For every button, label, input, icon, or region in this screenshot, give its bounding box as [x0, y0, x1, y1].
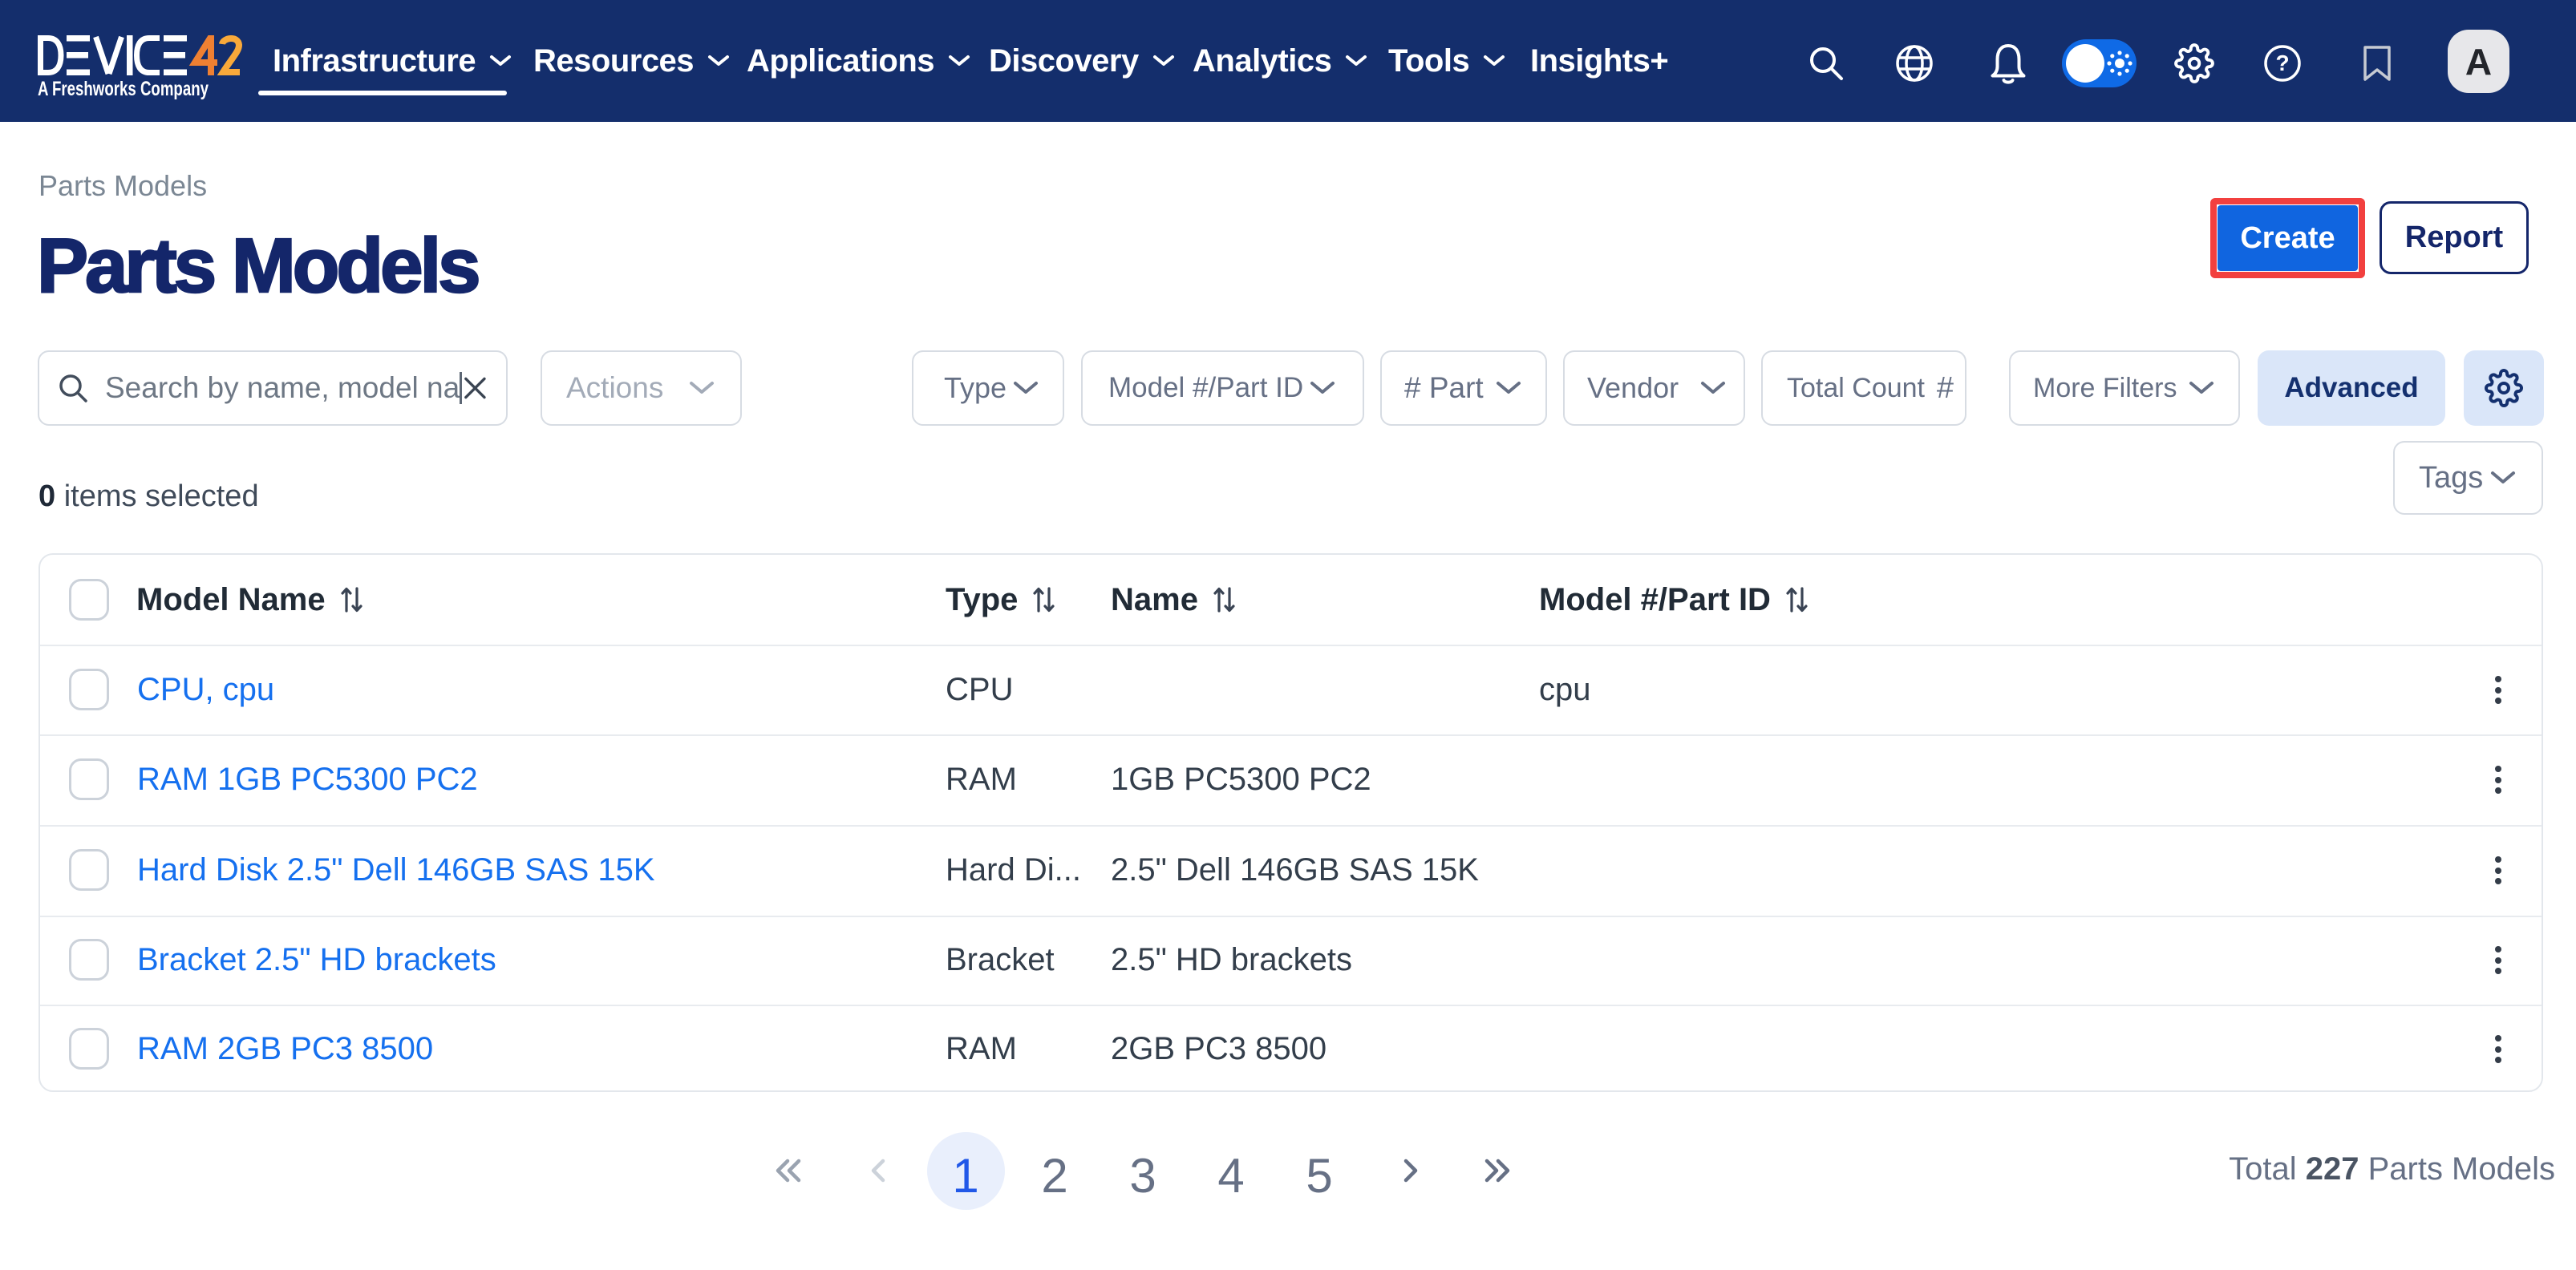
svg-text:?: ?	[2275, 51, 2289, 75]
svg-text:A Freshworks Company: A Freshworks Company	[38, 78, 209, 99]
